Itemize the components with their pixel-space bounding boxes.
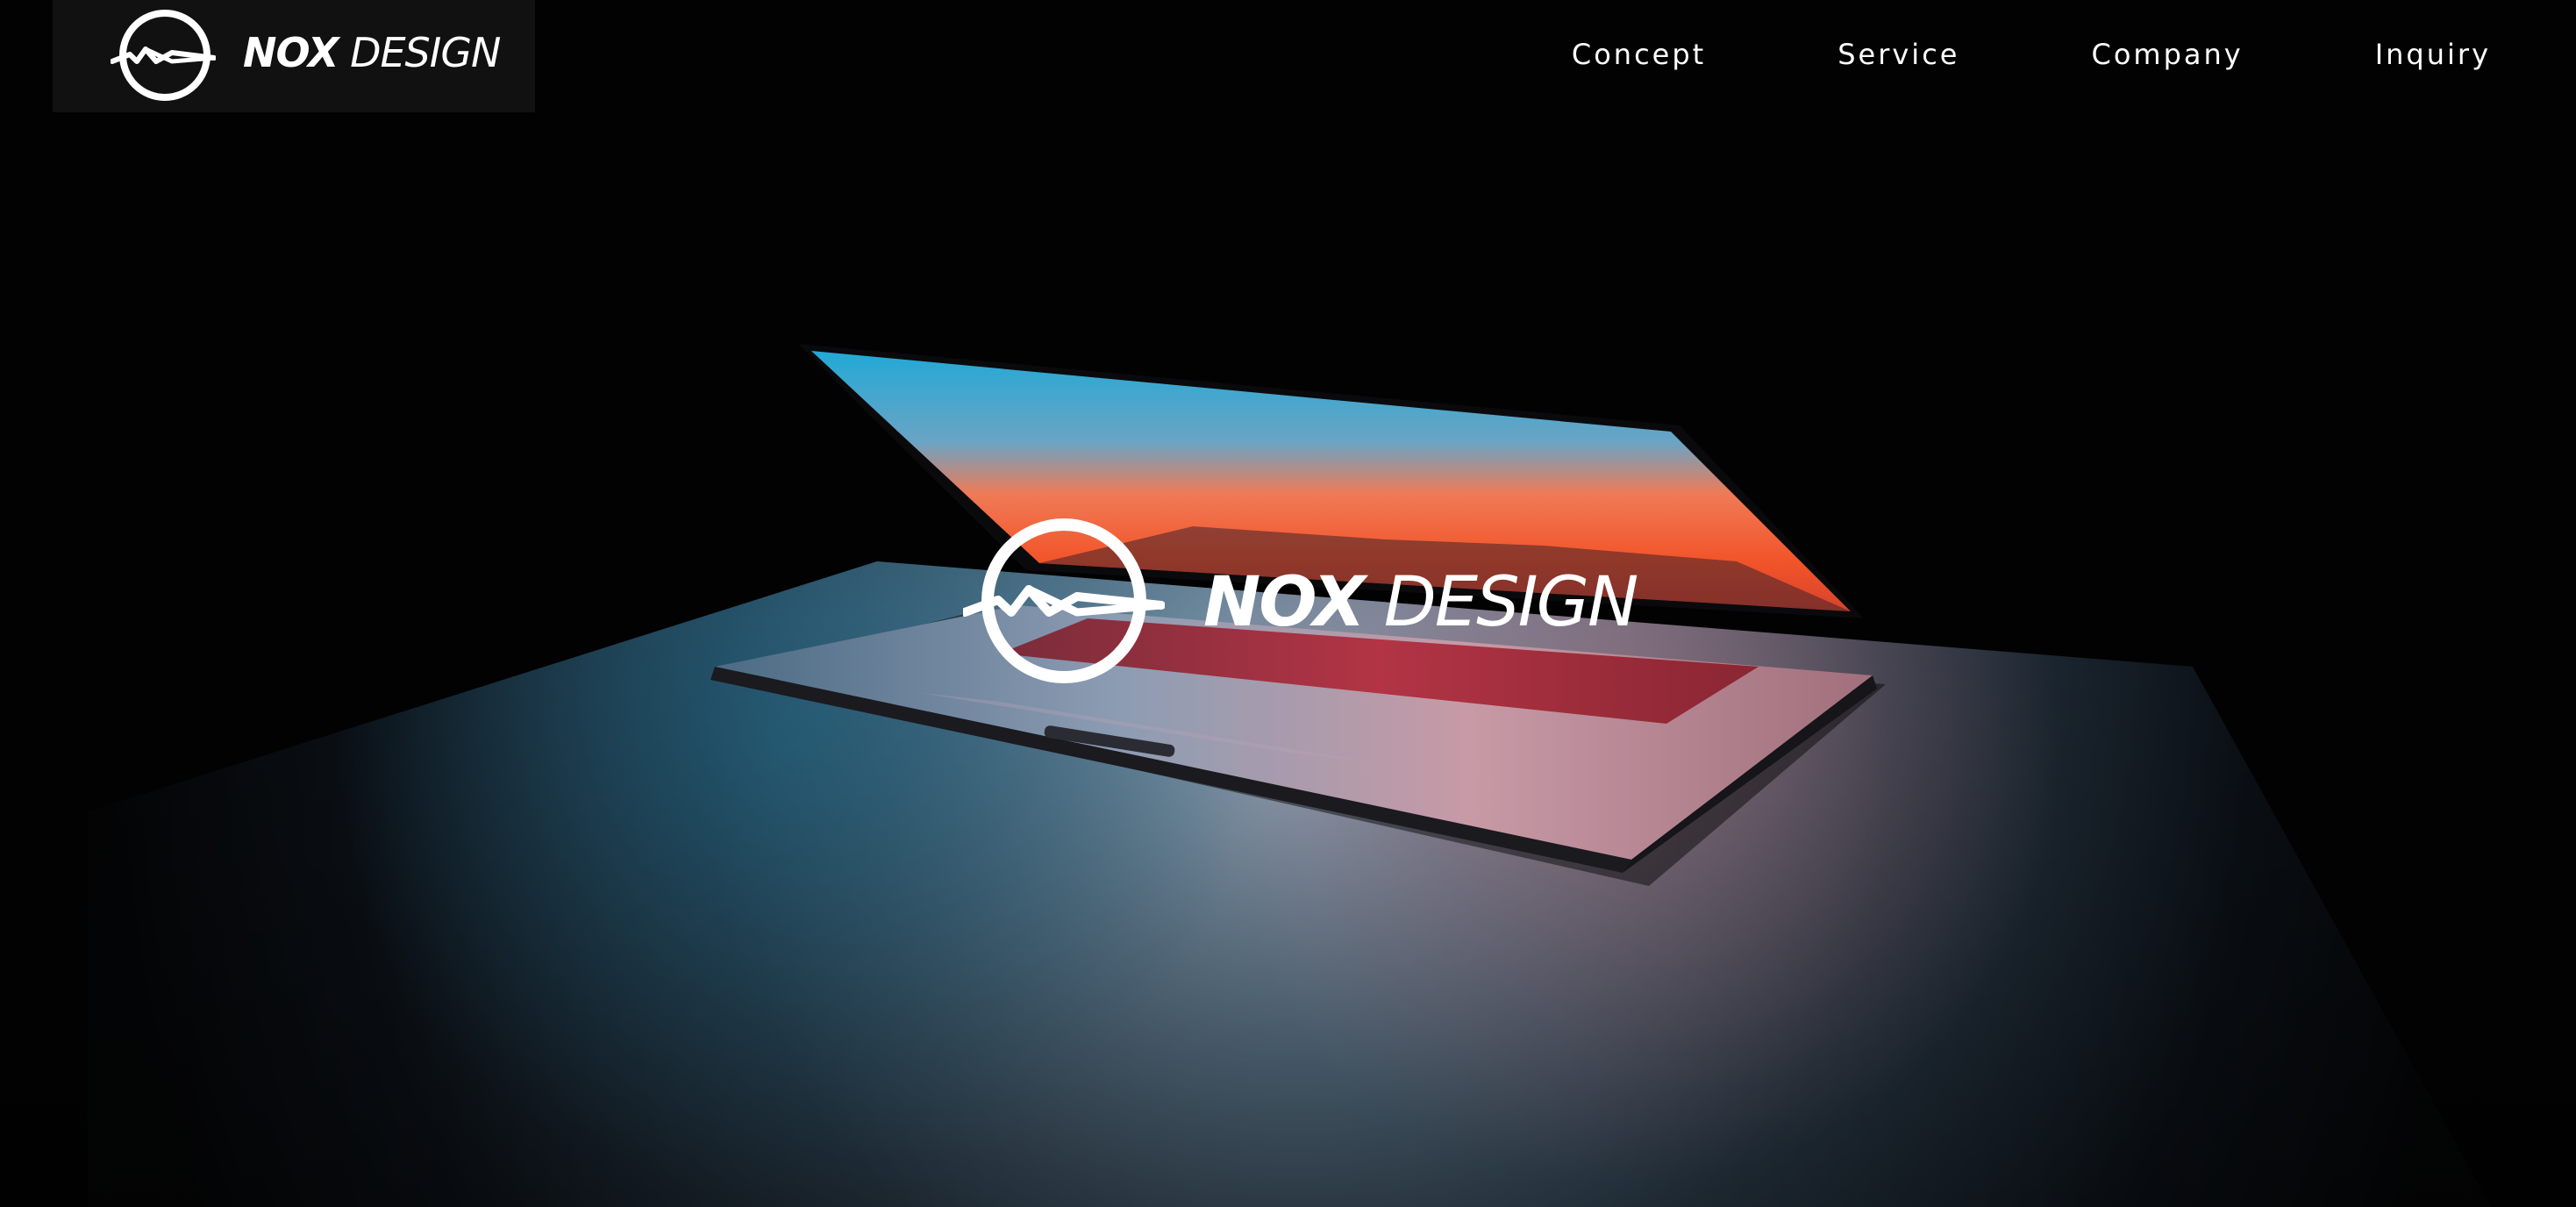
site-header: NOX DESIGN Concept Service Company Inqui… xyxy=(0,0,2576,112)
nav-item-company[interactable]: Company xyxy=(2091,38,2243,71)
nav-item-concept[interactable]: Concept xyxy=(1572,38,1706,71)
hero-logo: NOX DESIGN xyxy=(963,516,1638,691)
logo-mark-icon xyxy=(963,518,1165,683)
hero-brand-name-bold: NOX xyxy=(1203,563,1366,642)
logo-mark-icon xyxy=(111,10,216,101)
main-nav: Concept Service Company Inquiry xyxy=(1572,30,2491,79)
hero-brand-name: NOX DESIGN xyxy=(1203,554,1639,651)
brand-name: NOX DESIGN xyxy=(243,25,501,81)
hero-brand-name-light: DESIGN xyxy=(1383,563,1639,642)
nav-item-service[interactable]: Service xyxy=(1837,38,1959,71)
header-logo[interactable]: NOX DESIGN xyxy=(53,0,535,112)
nav-item-inquiry[interactable]: Inquiry xyxy=(2375,38,2491,71)
brand-name-light: DESIGN xyxy=(350,29,501,76)
page: NOX DESIGN Concept Service Company Inqui… xyxy=(0,0,2576,1207)
brand-name-bold: NOX xyxy=(243,29,339,76)
